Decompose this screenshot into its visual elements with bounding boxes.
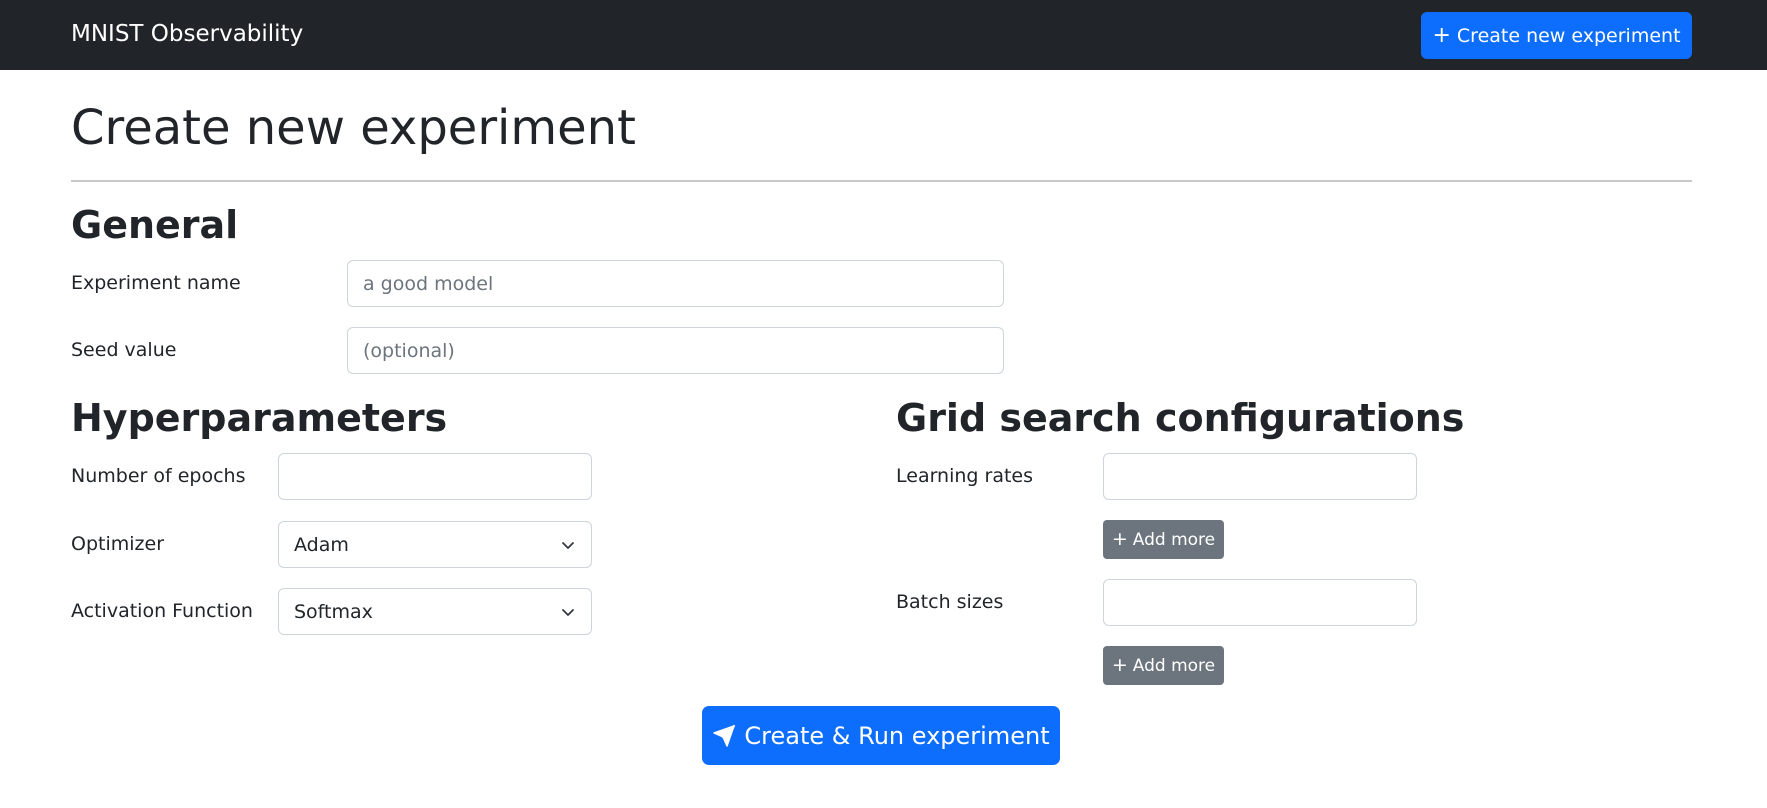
create-run-experiment-label: Create & Run experiment [744, 721, 1050, 750]
activation-function-select[interactable]: Softmax [278, 588, 592, 635]
chevron-down-icon [562, 608, 574, 616]
optimizer-label: Optimizer [71, 533, 165, 555]
epochs-input[interactable] [278, 453, 592, 500]
send-icon [713, 724, 736, 747]
top-navbar: MNIST Observability + Create new experim… [0, 0, 1767, 70]
batch-size-input[interactable] [1103, 579, 1417, 626]
batch-sizes-label: Batch sizes [896, 591, 1004, 613]
epochs-label: Number of epochs [71, 465, 246, 487]
add-batch-size-button[interactable]: + Add more [1103, 646, 1224, 685]
section-title-hyperparameters: Hyperparameters [71, 396, 448, 440]
plus-icon: + [1111, 528, 1128, 550]
seed-value-label: Seed value [71, 339, 177, 361]
optimizer-select[interactable]: Adam [278, 521, 592, 568]
seed-value-input[interactable] [347, 327, 1004, 374]
chevron-down-icon [562, 541, 574, 549]
divider [71, 180, 1692, 182]
page-title: Create new experiment [71, 100, 636, 156]
experiment-name-label: Experiment name [71, 272, 241, 294]
plus-icon: + [1111, 654, 1128, 676]
brand-title[interactable]: MNIST Observability [71, 21, 303, 47]
create-run-experiment-button[interactable]: Create & Run experiment [702, 706, 1060, 765]
learning-rate-input[interactable] [1103, 453, 1417, 500]
experiment-name-input[interactable] [347, 260, 1004, 307]
learning-rates-label: Learning rates [896, 465, 1034, 487]
add-learning-rate-button[interactable]: + Add more [1103, 520, 1224, 559]
activation-selected-value: Softmax [294, 600, 373, 623]
nav-create-experiment-label: Create new experiment [1456, 24, 1681, 47]
add-more-label: Add more [1132, 655, 1216, 676]
nav-create-experiment-button[interactable]: + Create new experiment [1421, 12, 1692, 59]
optimizer-selected-value: Adam [294, 533, 349, 556]
section-title-grid-search: Grid search configurations [896, 396, 1465, 440]
section-title-general: General [71, 203, 239, 247]
add-more-label: Add more [1132, 529, 1216, 550]
plus-icon: + [1432, 22, 1451, 48]
activation-function-label: Activation Function [71, 600, 253, 622]
